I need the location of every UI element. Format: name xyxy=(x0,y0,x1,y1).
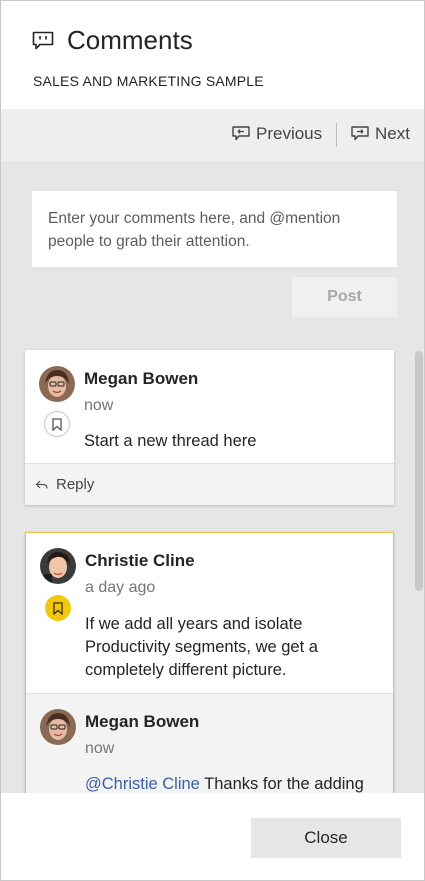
avatar xyxy=(39,366,75,402)
nav-divider xyxy=(336,123,337,147)
previous-button[interactable]: Previous xyxy=(232,124,322,144)
reply-label: Reply xyxy=(56,476,95,493)
comments-body: Enter your comments here, and @mention p… xyxy=(1,161,424,793)
reply-text: @Christie Cline Thanks for the adding xyxy=(85,773,385,793)
reply-body: Thanks for the adding xyxy=(199,775,364,793)
scrollbar[interactable] xyxy=(415,351,423,591)
avatar xyxy=(40,548,76,584)
user-mention[interactable]: @Christie Cline xyxy=(85,775,200,793)
previous-comment-icon xyxy=(232,126,250,141)
comment-nav-bar: Previous Next xyxy=(1,109,424,161)
bookmark-filled-icon[interactable] xyxy=(45,595,71,621)
bookmark-outline-icon[interactable] xyxy=(44,411,70,437)
comment-icon xyxy=(32,31,54,50)
post-button[interactable]: Post xyxy=(292,277,397,317)
close-button[interactable]: Close xyxy=(251,818,401,858)
comment-time: a day ago xyxy=(85,579,156,596)
comment-author: Christie Cline xyxy=(85,551,195,570)
next-label: Next xyxy=(375,124,410,143)
next-comment-icon xyxy=(351,126,369,141)
previous-label: Previous xyxy=(256,124,323,143)
pane-footer: Close xyxy=(1,793,424,880)
reply-author: Megan Bowen xyxy=(85,712,200,731)
avatar xyxy=(40,709,76,745)
next-button[interactable]: Next xyxy=(351,124,410,144)
pane-header: Comments SALES AND MARKETING SAMPLE xyxy=(1,1,424,109)
reply-icon xyxy=(35,480,48,489)
comment-input[interactable]: Enter your comments here, and @mention p… xyxy=(32,191,397,267)
page-title: Comments xyxy=(67,25,193,55)
reply-comment: Megan Bowen now @Christie Cline Thanks f… xyxy=(26,693,393,793)
comments-pane: Comments SALES AND MARKETING SAMPLE Prev… xyxy=(0,0,425,881)
comment-text: Start a new thread here xyxy=(84,432,257,450)
comment-thread-selected[interactable]: Christie Cline a day ago If we add all y… xyxy=(25,532,394,793)
comment-text: If we add all years and isolate Producti… xyxy=(85,615,318,679)
reply-time: now xyxy=(85,740,115,757)
comment-author: Megan Bowen xyxy=(84,369,199,388)
comment-time: now xyxy=(84,397,114,414)
reply-button[interactable]: Reply xyxy=(25,463,394,505)
report-name: SALES AND MARKETING SAMPLE xyxy=(33,73,264,89)
comment-thread[interactable]: Megan Bowen now Start a new thread here … xyxy=(25,350,394,505)
